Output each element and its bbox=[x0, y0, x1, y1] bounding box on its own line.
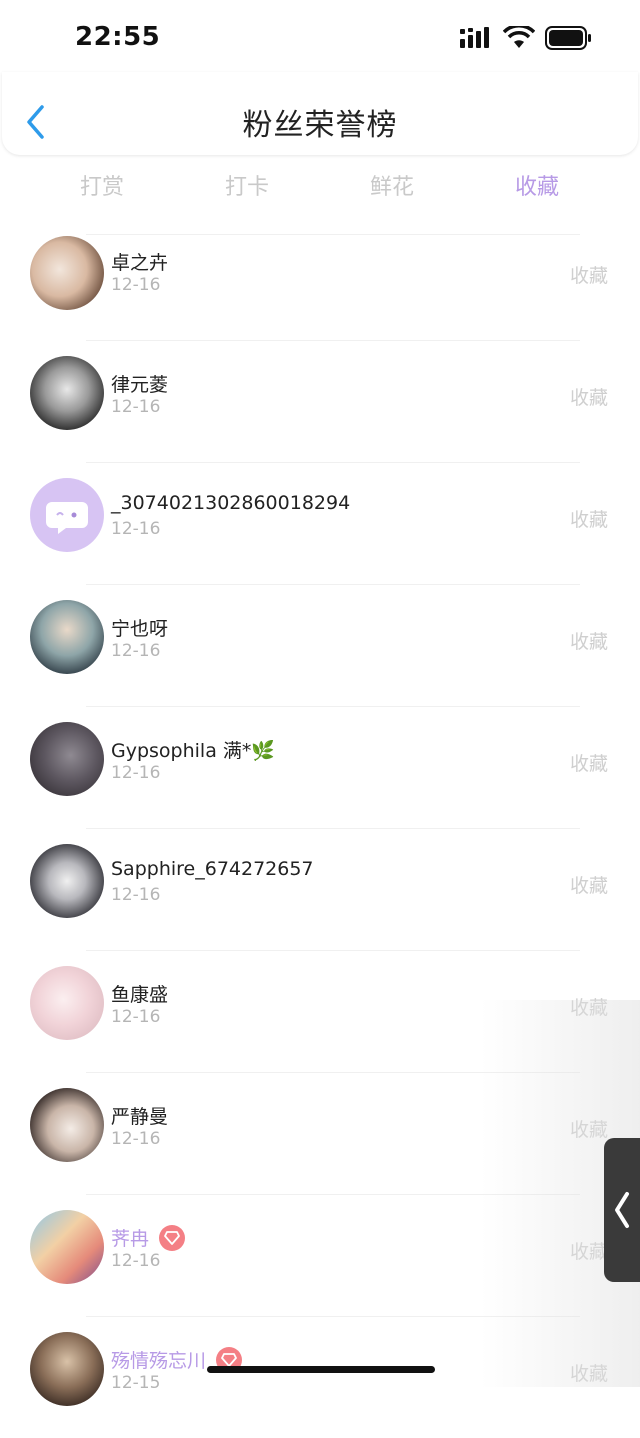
avatar[interactable] bbox=[30, 356, 104, 430]
list-item[interactable]: Gypsophila 满*🌿 12-16 收藏 bbox=[0, 706, 640, 828]
fan-name: 宁也呀 bbox=[111, 618, 169, 640]
list-item[interactable]: _3074021302860018294 12-16 收藏 bbox=[0, 462, 640, 584]
status-bar: 22:55 bbox=[0, 0, 640, 80]
page-title: 粉丝荣誉榜 bbox=[242, 108, 398, 143]
avatar[interactable] bbox=[30, 1332, 104, 1406]
fan-name-text: 殇情殇忘川 bbox=[111, 1350, 207, 1372]
home-indicator[interactable] bbox=[207, 1366, 435, 1373]
fan-name-text: 荠冉 bbox=[111, 1228, 150, 1250]
divider bbox=[86, 462, 580, 463]
avatar[interactable] bbox=[30, 478, 104, 552]
fan-date: 12-16 bbox=[111, 519, 161, 539]
tab-bar: 打赏 打卡 鲜花 收藏 bbox=[0, 165, 640, 210]
avatar[interactable] bbox=[30, 966, 104, 1040]
collect-label: 收藏 bbox=[569, 753, 608, 775]
tab-reward[interactable]: 打赏 bbox=[52, 169, 152, 201]
fan-name: 荠冉 bbox=[111, 1224, 186, 1253]
divider bbox=[86, 340, 580, 341]
tab-collect[interactable]: 收藏 bbox=[487, 169, 587, 201]
status-time: 22:55 bbox=[75, 22, 161, 52]
collect-label: 收藏 bbox=[569, 875, 608, 897]
nav-header: 粉丝荣誉榜 bbox=[2, 72, 638, 155]
fan-name: _3074021302860018294 bbox=[111, 492, 351, 514]
chevron-left-icon bbox=[615, 1192, 629, 1228]
avatar[interactable] bbox=[30, 1210, 104, 1284]
divider bbox=[86, 706, 580, 707]
avatar[interactable] bbox=[30, 844, 104, 918]
avatar[interactable] bbox=[30, 1088, 104, 1162]
fan-name: 鱼康盛 bbox=[111, 984, 169, 1006]
fan-date: 12-15 bbox=[111, 1373, 161, 1393]
divider bbox=[86, 584, 580, 585]
avatar[interactable] bbox=[30, 600, 104, 674]
list-item[interactable]: 卓之卉 12-16 收藏 bbox=[0, 234, 640, 356]
divider bbox=[86, 950, 580, 951]
fan-date: 12-16 bbox=[111, 763, 161, 783]
avatar[interactable] bbox=[30, 236, 104, 310]
fan-name: 律元菱 bbox=[111, 374, 169, 396]
list-item[interactable]: 律元菱 12-16 收藏 bbox=[0, 340, 640, 462]
list-item[interactable]: 宁也呀 12-16 收藏 bbox=[0, 584, 640, 706]
fan-name: 严静曼 bbox=[111, 1106, 169, 1128]
tab-checkin[interactable]: 打卡 bbox=[197, 169, 297, 201]
list-item[interactable]: Sapphire_674272657 12-16 收藏 bbox=[0, 828, 640, 950]
chat-bubble-icon bbox=[46, 502, 88, 534]
fan-date: 12-16 bbox=[111, 885, 161, 905]
collect-label: 收藏 bbox=[569, 509, 608, 531]
fan-date: 12-16 bbox=[111, 1129, 161, 1149]
tab-flowers[interactable]: 鲜花 bbox=[342, 169, 442, 201]
fan-name: 卓之卉 bbox=[111, 252, 169, 274]
collect-label: 收藏 bbox=[569, 387, 608, 409]
fan-date: 12-16 bbox=[111, 641, 161, 661]
divider bbox=[86, 234, 580, 235]
cellular-signal-icon bbox=[460, 27, 489, 48]
divider bbox=[86, 828, 580, 829]
collect-label: 收藏 bbox=[569, 631, 608, 653]
fan-name: Sapphire_674272657 bbox=[111, 858, 314, 880]
fan-date: 12-16 bbox=[111, 397, 161, 417]
side-drawer-handle[interactable] bbox=[604, 1138, 640, 1282]
fan-date: 12-16 bbox=[111, 275, 161, 295]
fan-name: Gypsophila 满*🌿 bbox=[111, 740, 276, 762]
battery-icon bbox=[545, 26, 591, 50]
wifi-icon bbox=[503, 26, 535, 48]
vip-diamond-badge-icon bbox=[159, 1224, 186, 1251]
collect-label: 收藏 bbox=[569, 265, 608, 287]
fan-date: 12-16 bbox=[111, 1251, 161, 1271]
fan-date: 12-16 bbox=[111, 1007, 161, 1027]
avatar[interactable] bbox=[30, 722, 104, 796]
